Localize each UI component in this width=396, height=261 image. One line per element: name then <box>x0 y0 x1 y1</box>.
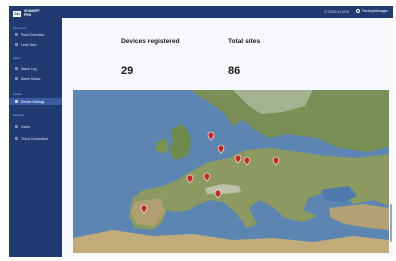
sidebar-item-alarm-log[interactable]: Alarm Log <box>9 65 62 72</box>
circle-icon <box>15 43 18 46</box>
circle-icon <box>15 125 18 128</box>
sidebar-item-label: Plant Overview <box>21 32 44 37</box>
user-icon <box>355 9 360 13</box>
brand-line2: PRO <box>24 12 32 17</box>
section-label-alerts: Alerts <box>13 56 21 60</box>
section-label-overview: Overview <box>13 26 26 30</box>
circle-icon <box>15 100 18 103</box>
map-scrollbar[interactable] <box>390 204 392 242</box>
section-label-assets: Assets <box>13 92 23 96</box>
sites-map[interactable] <box>73 90 389 253</box>
sidebar-item-users[interactable]: Users <box>9 123 62 130</box>
sidebar-item-plant-overview[interactable]: Plant Overview <box>9 31 62 38</box>
sidebar-item-label: Users <box>21 124 30 129</box>
sidebar: SH SCHAEFF PRO Overview Plant Overview L… <box>9 6 62 257</box>
devices-registered-value: 29 <box>121 65 134 77</box>
top-bar: 0773000-12.0478 FactoryManager <box>62 6 393 18</box>
account-menu[interactable]: FactoryManager <box>355 9 388 13</box>
section-label-settings: Settings <box>13 113 24 117</box>
brand-logo[interactable]: SH SCHAEFF PRO <box>13 9 40 18</box>
sidebar-item-label: Alarm Log <box>21 66 37 71</box>
sidebar-item-cloud-connection[interactable]: Cloud Connection <box>9 135 62 142</box>
sidebar-item-label: Cloud Connection <box>21 136 48 141</box>
account-name: FactoryManager <box>361 9 388 13</box>
total-sites-value: 86 <box>228 65 241 77</box>
sidebar-item-label: Device Settings <box>21 99 45 104</box>
devices-registered-label: Devices registered <box>121 38 180 45</box>
brand-badge: SH <box>13 10 21 17</box>
user-id-text: 0773000-12.0478 <box>324 10 349 14</box>
europe-map-svg <box>73 90 389 253</box>
circle-icon <box>15 137 18 140</box>
circle-icon <box>15 33 18 36</box>
sidebar-item-device-settings[interactable]: Device Settings <box>9 98 62 105</box>
sidebar-item-label: Limit View <box>21 42 37 47</box>
circle-icon <box>15 67 18 70</box>
brand-name: SCHAEFF PRO <box>24 9 40 18</box>
sidebar-item-label: Alarm Status <box>21 76 41 81</box>
sidebar-item-limit-view[interactable]: Limit View <box>9 41 62 48</box>
circle-icon <box>15 77 18 80</box>
app-window: SH SCHAEFF PRO Overview Plant Overview L… <box>9 6 393 257</box>
total-sites-label: Total sites <box>228 38 261 45</box>
sidebar-item-alarm-status[interactable]: Alarm Status <box>9 75 62 82</box>
